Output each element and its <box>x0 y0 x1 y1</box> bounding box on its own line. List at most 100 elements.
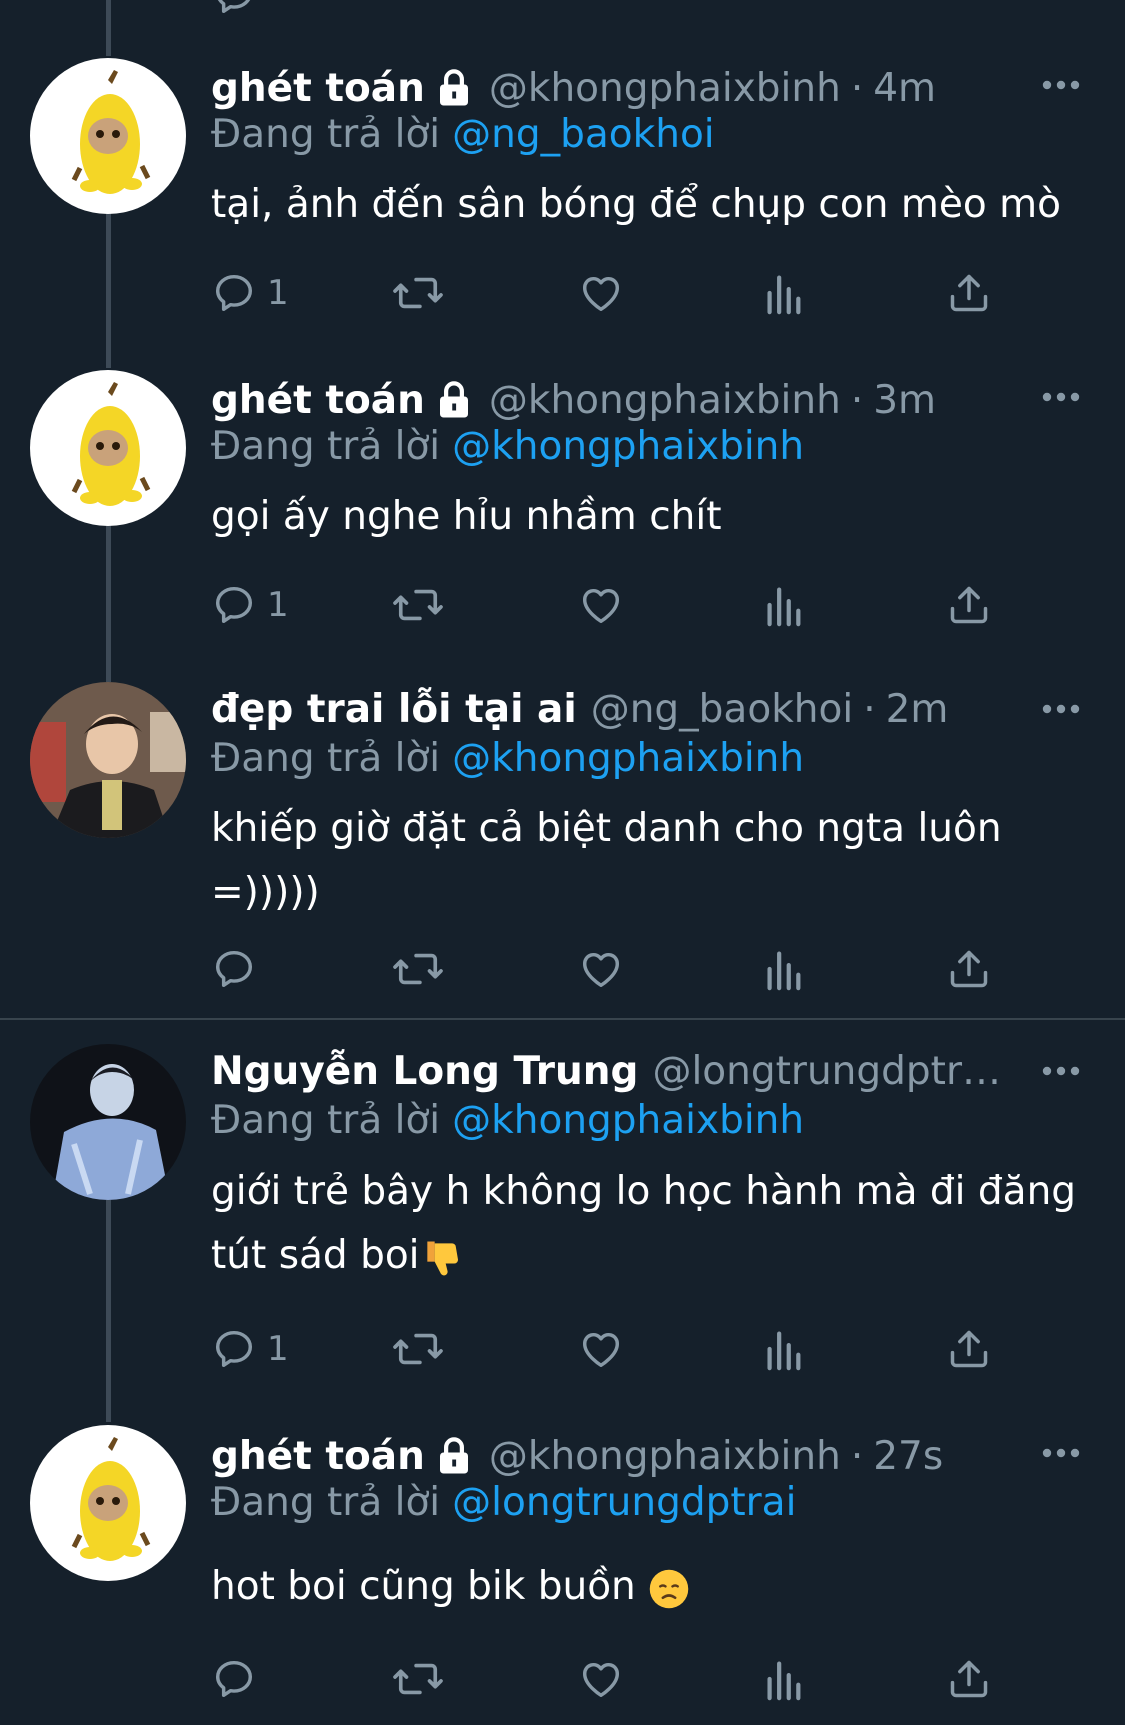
analytics-icon <box>767 275 801 315</box>
share-button[interactable] <box>947 580 991 630</box>
like-button[interactable] <box>577 1324 625 1374</box>
analytics-button[interactable] <box>763 580 803 630</box>
display-name[interactable]: đẹp trai lỗi tại ai <box>211 687 577 732</box>
reply-button[interactable]: 1 <box>211 268 289 318</box>
separator: · <box>850 1433 864 1479</box>
disappointed-face-icon <box>649 1569 689 1608</box>
thread-connector <box>106 524 111 682</box>
avatar[interactable] <box>30 370 186 526</box>
reply-button[interactable] <box>211 0 257 20</box>
reply-icon <box>215 1660 253 1698</box>
timestamp[interactable]: 3m <box>873 378 936 423</box>
timestamp[interactable]: 2m <box>886 687 949 732</box>
portrait-avatar <box>30 1044 186 1200</box>
retweet-button[interactable] <box>391 268 445 318</box>
tweet-actions: 1 <box>211 580 1001 630</box>
thread-divider <box>0 1018 1125 1020</box>
reply-icon <box>215 1330 253 1368</box>
retweet-button[interactable] <box>391 1324 445 1374</box>
timestamp[interactable]: 27s <box>873 1434 943 1479</box>
mention-link[interactable]: @longtrungdptrai <box>452 1480 796 1525</box>
retweet-button[interactable] <box>391 944 445 994</box>
tweet-actions: 1 <box>211 268 1001 318</box>
display-name[interactable]: ghét toán <box>211 66 425 111</box>
mention-link[interactable]: @khongphaixbinh <box>452 1098 804 1143</box>
tweet-text: hot boi cũng bik buồn <box>211 1555 1091 1619</box>
analytics-icon <box>767 587 801 627</box>
replying-to: Đang trả lời @longtrungdptrai <box>211 1480 796 1525</box>
replying-to: Đang trả lời @khongphaixbinh <box>211 736 804 781</box>
heart-icon <box>582 276 620 312</box>
tweet-text-content: hot boi cũng bik buồn <box>211 1564 649 1609</box>
separator: · <box>863 686 876 732</box>
display-name[interactable]: Nguyễn Long Trung <box>211 1049 638 1094</box>
mention-link[interactable]: @khongphaixbinh <box>452 736 804 781</box>
analytics-button[interactable] <box>763 944 803 994</box>
retweet-button[interactable] <box>391 580 445 630</box>
share-button[interactable] <box>947 268 991 318</box>
avatar[interactable] <box>30 1044 186 1200</box>
like-button[interactable] <box>577 1654 625 1704</box>
analytics-button[interactable] <box>763 1654 803 1704</box>
display-name[interactable]: ghét toán <box>211 1434 425 1479</box>
analytics-button[interactable] <box>763 1324 803 1374</box>
tweet-text: giới trẻ bây h không lo học hành mà đi đ… <box>211 1160 1091 1288</box>
handle[interactable]: @ng_baokhoi <box>591 687 854 732</box>
tweet-actions: 1 <box>211 1324 1001 1374</box>
reply-count: 1 <box>267 585 289 625</box>
timestamp[interactable]: 4m <box>873 66 936 111</box>
banana-cat-avatar <box>30 1425 186 1581</box>
thread-connector <box>106 212 111 368</box>
like-button[interactable] <box>577 268 625 318</box>
tweet-text: tại, ảnh đến sân bóng để chụp con mèo mò <box>211 182 1061 227</box>
handle[interactable]: @khongphaixbinh <box>489 378 841 423</box>
share-icon <box>950 274 988 312</box>
analytics-icon <box>767 1331 801 1371</box>
display-name[interactable]: ghét toán <box>211 378 425 423</box>
handle[interactable]: @khongphaixbinh <box>489 66 841 111</box>
more-icon[interactable] <box>1041 78 1081 92</box>
reply-count: 1 <box>267 273 289 313</box>
reply-button[interactable]: 1 <box>211 1324 289 1374</box>
tweet-header: ghét toán @khongphaixbinh · 3m <box>211 374 1015 426</box>
tweet-header: đẹp trai lỗi tại ai @ng_baokhoi · 2m <box>211 683 1015 735</box>
more-icon[interactable] <box>1041 390 1081 404</box>
share-button[interactable] <box>947 1654 991 1704</box>
handle[interactable]: @khongphaixbinh <box>489 1434 841 1479</box>
share-button[interactable] <box>947 1324 991 1374</box>
banana-cat-avatar <box>30 58 186 214</box>
banana-cat-avatar <box>30 370 186 526</box>
lock-icon <box>439 1437 468 1474</box>
reply-button[interactable] <box>211 1654 267 1704</box>
avatar[interactable] <box>30 58 186 214</box>
lock-icon <box>439 381 468 418</box>
reply-icon <box>215 586 253 624</box>
thumbs-down-icon <box>426 1241 458 1275</box>
retweet-button[interactable] <box>391 1654 445 1704</box>
like-button[interactable] <box>577 580 625 630</box>
tweet-text: khiếp giờ đặt cả biệt danh cho ngta luôn… <box>211 806 1002 915</box>
avatar[interactable] <box>30 682 186 838</box>
reply-button[interactable]: 1 <box>211 580 289 630</box>
avatar[interactable] <box>30 1425 186 1581</box>
share-button[interactable] <box>947 944 991 994</box>
thread-connector <box>106 0 111 56</box>
more-icon[interactable] <box>1041 1064 1081 1078</box>
mention-link[interactable]: @khongphaixbinh <box>452 424 804 469</box>
more-icon[interactable] <box>1041 1446 1081 1460</box>
analytics-icon <box>767 951 801 991</box>
separator: · <box>850 377 864 423</box>
like-button[interactable] <box>577 944 625 994</box>
reply-icon <box>215 274 253 312</box>
mention-link[interactable]: @ng_baokhoi <box>452 112 715 157</box>
heart-icon <box>582 1662 620 1698</box>
reply-button[interactable] <box>211 944 267 994</box>
lock-icon <box>439 69 468 106</box>
more-icon[interactable] <box>1041 702 1081 716</box>
reply-icon <box>217 0 251 14</box>
tweet-actions-partial <box>211 0 1001 20</box>
replying-to: Đang trả lời @ng_baokhoi <box>211 112 715 157</box>
handle[interactable]: @longtrungdptrai ... <box>652 1049 1015 1094</box>
tweet-actions <box>211 944 1001 994</box>
analytics-button[interactable] <box>763 268 803 318</box>
